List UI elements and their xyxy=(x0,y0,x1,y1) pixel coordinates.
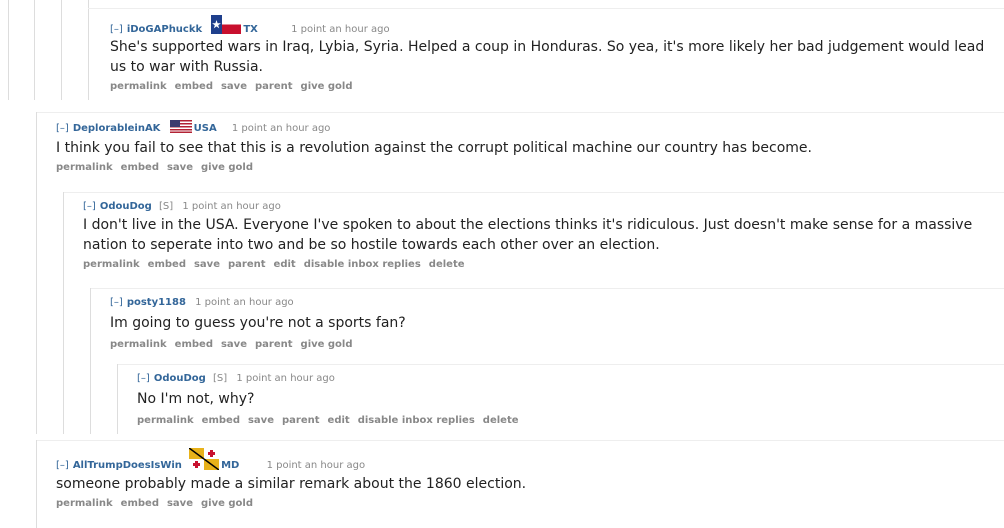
save-link[interactable]: save xyxy=(167,162,193,173)
score-time: 1 point an hour ago xyxy=(266,460,366,471)
parent-link[interactable]: parent xyxy=(228,259,266,270)
author-link[interactable]: DeplorableinAK xyxy=(73,123,161,134)
comment-actions: permalink embed save give gold xyxy=(56,498,986,509)
collapse-toggle[interactable]: [–] xyxy=(56,123,69,134)
comment: [–] DeplorableinAK USA 1 point an hour ag… xyxy=(56,120,986,173)
permalink-link[interactable]: permalink xyxy=(110,339,167,350)
user-flair: USA xyxy=(193,123,217,134)
divider xyxy=(63,192,1004,193)
author-link[interactable]: AllTrumpDoesIsWin xyxy=(73,460,182,471)
author-link[interactable]: posty1188 xyxy=(127,297,186,308)
permalink-link[interactable]: permalink xyxy=(56,162,113,173)
comment-body: She's supported wars in Iraq, Lybia, Syr… xyxy=(110,39,985,75)
give-gold-link[interactable]: give gold xyxy=(301,81,353,92)
author-link[interactable]: OdouDog xyxy=(154,373,206,384)
save-link[interactable]: save xyxy=(248,415,274,426)
comment-tagline: [–] posty1188 1 point an hour ago xyxy=(110,296,990,309)
comment: [–] OdouDog [S] 1 point an hour ago No I'… xyxy=(137,372,997,426)
collapse-toggle[interactable]: [–] xyxy=(56,460,69,471)
save-link[interactable]: save xyxy=(167,498,193,509)
divider xyxy=(36,112,1004,113)
comment-tagline: [–] OdouDog [S] 1 point an hour ago xyxy=(83,200,983,213)
save-link[interactable]: save xyxy=(194,259,220,270)
comment-actions: permalink embed save parent give gold xyxy=(110,81,990,92)
permalink-link[interactable]: permalink xyxy=(56,498,113,509)
embed-link[interactable]: embed xyxy=(121,162,159,173)
texas-flag-icon xyxy=(211,15,242,38)
thread-line xyxy=(34,0,35,100)
permalink-link[interactable]: permalink xyxy=(110,81,167,92)
author-link[interactable]: OdouDog xyxy=(100,201,152,212)
parent-link[interactable]: parent xyxy=(255,81,293,92)
collapse-toggle[interactable]: [–] xyxy=(137,373,150,384)
comment-body: someone probably made a similar remark a… xyxy=(56,476,527,492)
collapse-toggle[interactable]: [–] xyxy=(83,201,96,212)
comment-tagline: [–] DeplorableinAK USA 1 point an hour ag… xyxy=(56,120,986,134)
thread-line xyxy=(36,112,37,434)
score-time: 1 point an hour ago xyxy=(236,373,335,384)
divider xyxy=(117,364,1004,365)
embed-link[interactable]: embed xyxy=(175,81,213,92)
divider xyxy=(88,8,1004,9)
comment-tagline: [–] AllTrumpDoesIsWin MD 1 point an hour … xyxy=(56,447,986,471)
thread-line xyxy=(90,288,91,434)
comment-tagline: [–] iDoGAPhuckk TX 1 point an hour ago xyxy=(110,15,990,35)
permalink-link[interactable]: permalink xyxy=(83,259,140,270)
delete-link[interactable]: delete xyxy=(483,415,519,426)
comment: [–] OdouDog [S] 1 point an hour ago I don… xyxy=(83,200,983,270)
divider xyxy=(36,440,1004,441)
edit-link[interactable]: edit xyxy=(328,415,350,426)
edit-link[interactable]: edit xyxy=(274,259,296,270)
comment-actions: permalink embed save parent edit disable inbo… xyxy=(137,415,997,426)
user-flair: MD xyxy=(221,460,240,471)
parent-link[interactable]: parent xyxy=(282,415,320,426)
thread-line xyxy=(117,364,118,434)
comment-actions: permalink embed save give gold xyxy=(56,162,986,173)
collapse-toggle[interactable]: [–] xyxy=(110,297,123,308)
give-gold-link[interactable]: give gold xyxy=(301,339,353,350)
disable-inbox-replies-link[interactable]: disable inbox replies xyxy=(358,415,475,426)
thread-line xyxy=(88,0,89,100)
maryland-flag-icon xyxy=(188,447,220,474)
comment-body: Im going to guess you're not a sports fa… xyxy=(110,315,406,331)
disable-inbox-replies-link[interactable]: disable inbox replies xyxy=(304,259,421,270)
thread-line xyxy=(8,0,9,100)
give-gold-link[interactable]: give gold xyxy=(201,162,253,173)
thread-line xyxy=(36,440,37,528)
score-time: 1 point an hour ago xyxy=(195,297,294,308)
embed-link[interactable]: embed xyxy=(202,415,240,426)
comment-body: No I'm not, why? xyxy=(137,391,255,407)
comment: [–] iDoGAPhuckk TX 1 point an hour ago Sh… xyxy=(110,15,990,92)
save-link[interactable]: save xyxy=(221,339,247,350)
usa-flag-icon xyxy=(169,120,192,137)
delete-link[interactable]: delete xyxy=(429,259,465,270)
comment-body: I don't live in the USA. Everyone I've s… xyxy=(83,217,973,253)
user-flair: TX xyxy=(243,24,258,35)
comment-tagline: [–] OdouDog [S] 1 point an hour ago xyxy=(137,372,997,385)
collapse-toggle[interactable]: [–] xyxy=(110,24,123,35)
score-time: 1 point an hour ago xyxy=(182,201,281,212)
embed-link[interactable]: embed xyxy=(121,498,159,509)
parent-link[interactable]: parent xyxy=(255,339,293,350)
comment-actions: permalink embed save parent edit disable inbo… xyxy=(83,259,983,270)
comment-actions: permalink embed save parent give gold xyxy=(110,339,990,350)
score-time: 1 point an hour ago xyxy=(291,24,390,35)
score-time: 1 point an hour ago xyxy=(231,123,331,134)
save-link[interactable]: save xyxy=(221,81,247,92)
embed-link[interactable]: embed xyxy=(175,339,213,350)
thread-line xyxy=(63,192,64,434)
comment-body: I think you fail to see that this is a r… xyxy=(56,140,812,156)
embed-link[interactable]: embed xyxy=(148,259,186,270)
comment: [–] AllTrumpDoesIsWin MD 1 point an hour … xyxy=(56,447,986,509)
submitter-badge[interactable]: [S] xyxy=(159,201,173,212)
author-link[interactable]: iDoGAPhuckk xyxy=(127,24,202,35)
submitter-badge[interactable]: [S] xyxy=(213,373,227,384)
give-gold-link[interactable]: give gold xyxy=(201,498,253,509)
comment: [–] posty1188 1 point an hour ago Im goin… xyxy=(110,296,990,350)
permalink-link[interactable]: permalink xyxy=(137,415,194,426)
divider xyxy=(90,288,1004,289)
thread-line xyxy=(61,0,62,100)
